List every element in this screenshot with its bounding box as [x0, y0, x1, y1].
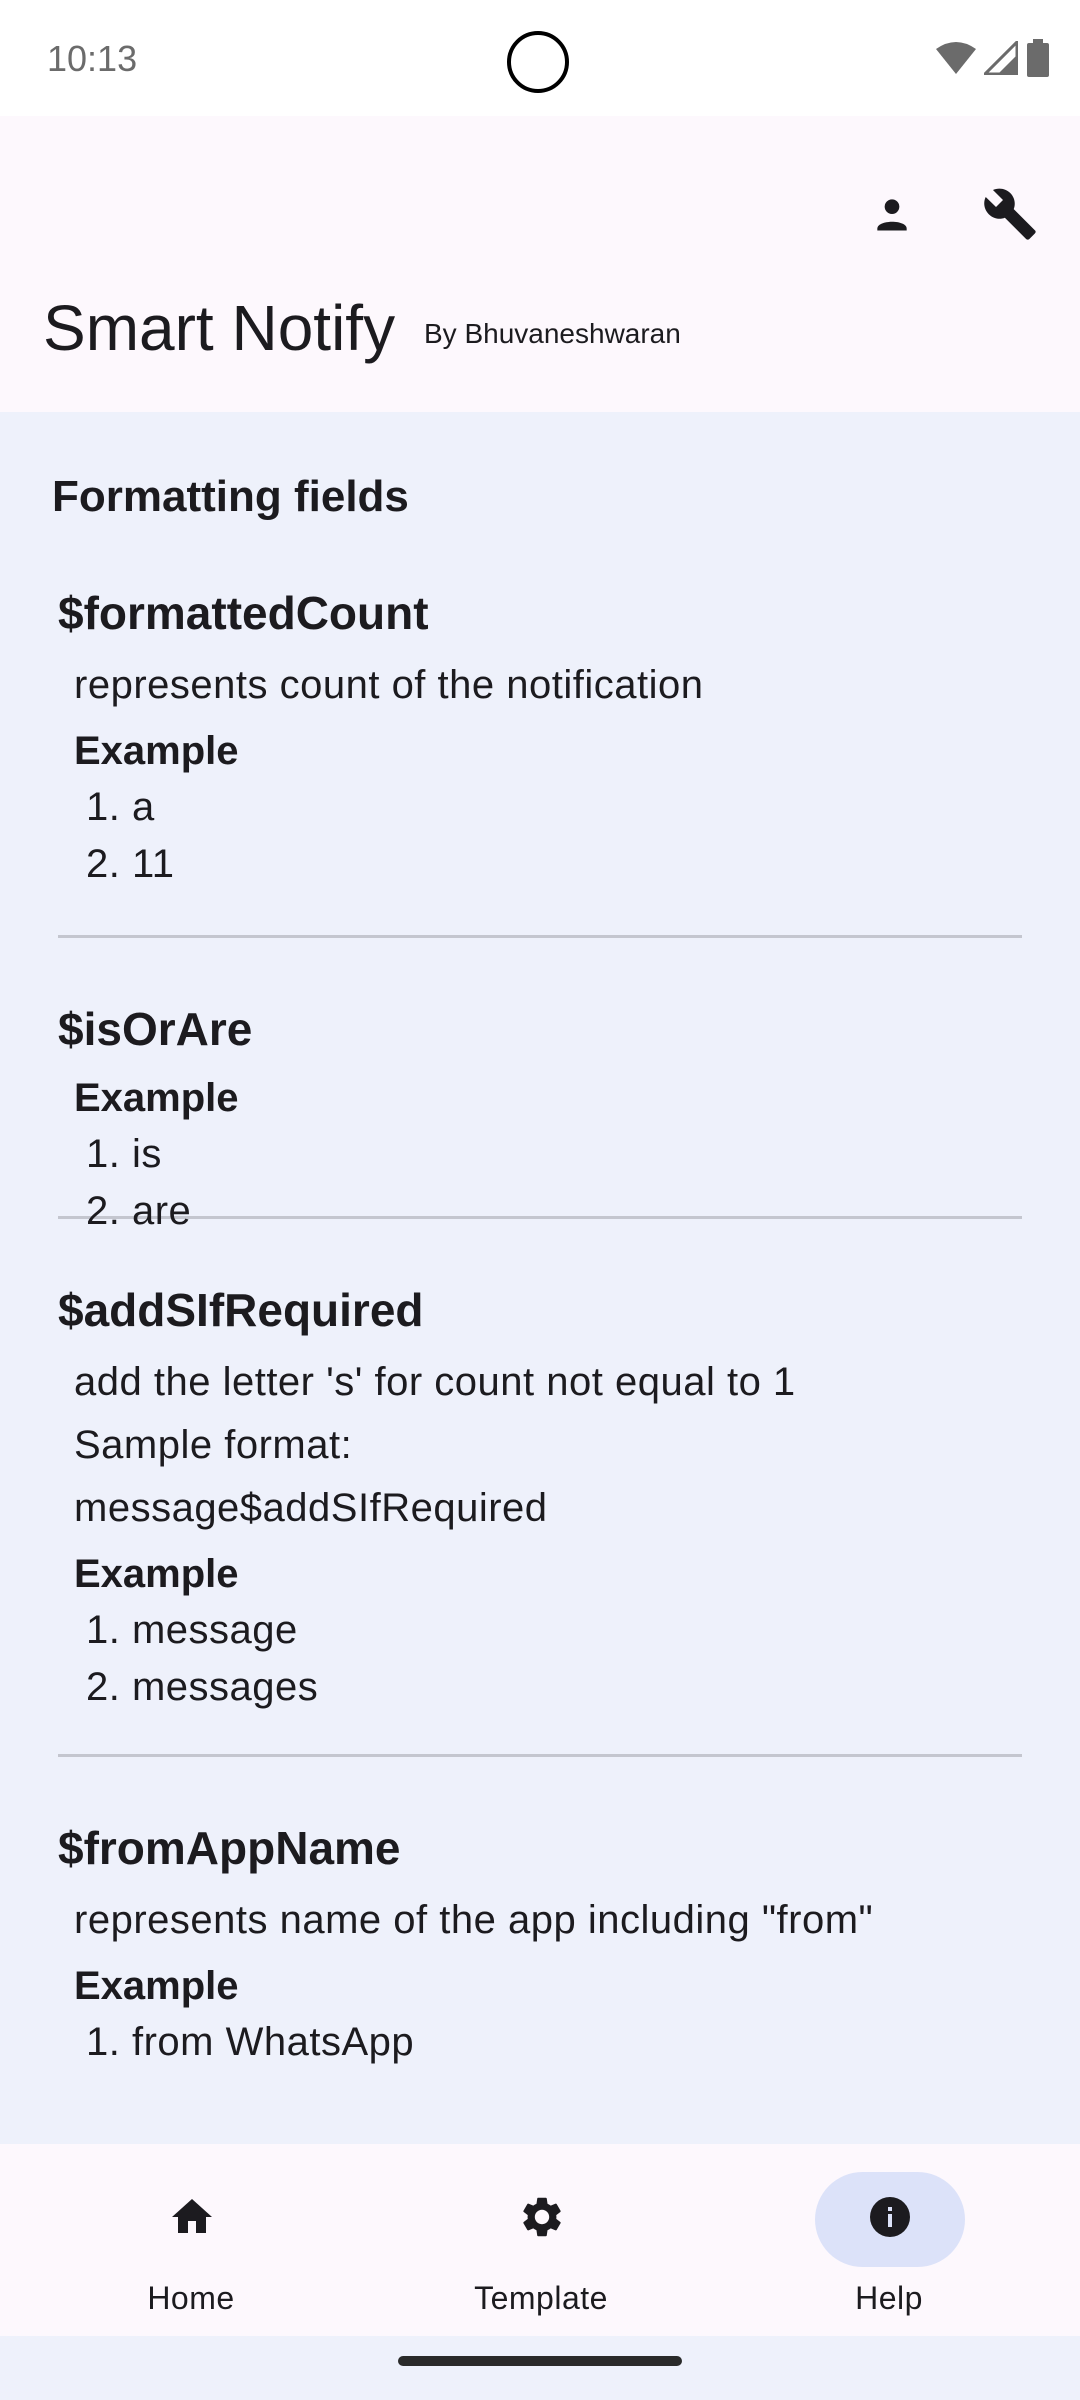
nav-item-template[interactable]: Template: [361, 2144, 721, 2336]
example-label: Example: [74, 1552, 239, 1596]
example-item: 1. is: [86, 1132, 162, 1176]
account-icon: [870, 192, 914, 241]
field-name: $formattedCount: [58, 587, 429, 639]
field-item-is-or-are: $isOrAre Example 1. is 2. are: [58, 998, 1022, 1233]
field-description: Sample format:: [74, 1423, 353, 1467]
nav-item-help[interactable]: Help: [709, 2144, 1069, 2336]
example-list: 1. from WhatsApp: [58, 2014, 1022, 2071]
app-subtitle: By Bhuvaneshwaran: [424, 318, 681, 349]
info-icon: [866, 2193, 914, 2246]
field-name: $isOrAre: [58, 1003, 253, 1055]
field-item-formatted-count: $formattedCount represents count of the …: [58, 582, 1022, 938]
screen: 10:13 Smart Notify By Bhuvaneshwaran For…: [0, 0, 1080, 2400]
account-button[interactable]: [852, 176, 932, 256]
app-bar: Smart Notify By Bhuvaneshwaran: [0, 116, 1080, 412]
field-description: add the letter 's' for count not equal t…: [74, 1360, 796, 1404]
wifi-icon: [936, 41, 976, 75]
nav-item-home[interactable]: Home: [11, 2144, 371, 2336]
field-list: $formattedCount represents count of the …: [58, 582, 1022, 2071]
example-item: 1. from WhatsApp: [86, 2020, 415, 2064]
home-icon: [168, 2193, 216, 2246]
bottom-navigation: Home Template Help: [0, 2144, 1080, 2336]
example-label: Example: [74, 1076, 239, 1120]
example-item: 2. 11: [86, 842, 175, 886]
gear-icon: [518, 2193, 566, 2246]
example-item: 2. messages: [86, 1665, 319, 1709]
settings-button[interactable]: [970, 176, 1050, 256]
field-description: represents count of the notification: [74, 663, 704, 707]
example-label: Example: [74, 729, 239, 773]
gesture-handle[interactable]: [398, 2356, 682, 2366]
battery-icon: [1026, 39, 1050, 77]
nav-indicator-selected: [815, 2172, 965, 2267]
nav-indicator: [467, 2172, 617, 2267]
section-heading: Formatting fields: [52, 472, 409, 521]
field-item-add-s-if-required: $addSIfRequired add the letter 's' for c…: [58, 1279, 1022, 1757]
example-label: Example: [74, 1964, 239, 2008]
field-name: $fromAppName: [58, 1822, 401, 1874]
status-time: 10:13: [47, 38, 138, 79]
field-description: represents name of the app including "fr…: [74, 1898, 874, 1942]
status-icons: [936, 38, 1050, 78]
app-title: Smart Notify: [43, 292, 396, 364]
field-item-from-app-name: $fromAppName represents name of the app …: [58, 1817, 1022, 2071]
example-list: 1. message 2. messages: [58, 1602, 1022, 1716]
example-item: 1. a: [86, 785, 155, 829]
cell-signal-icon: [984, 41, 1018, 75]
field-name: $addSIfRequired: [58, 1284, 424, 1336]
help-content[interactable]: Formatting fields $formattedCount repres…: [0, 412, 1080, 2144]
nav-label-help: Help: [855, 2280, 923, 2316]
nav-label-home: Home: [147, 2280, 235, 2316]
nav-label-template: Template: [474, 2280, 608, 2316]
example-list: 1. a 2. 11: [58, 779, 1022, 893]
gesture-area: [0, 2336, 1080, 2400]
status-bar: 10:13: [0, 0, 1080, 116]
wrench-icon: [982, 186, 1038, 247]
field-description: message$addSIfRequired: [74, 1486, 548, 1530]
camera-cutout: [507, 31, 569, 93]
example-item: 1. message: [86, 1608, 298, 1652]
nav-indicator: [117, 2172, 267, 2267]
